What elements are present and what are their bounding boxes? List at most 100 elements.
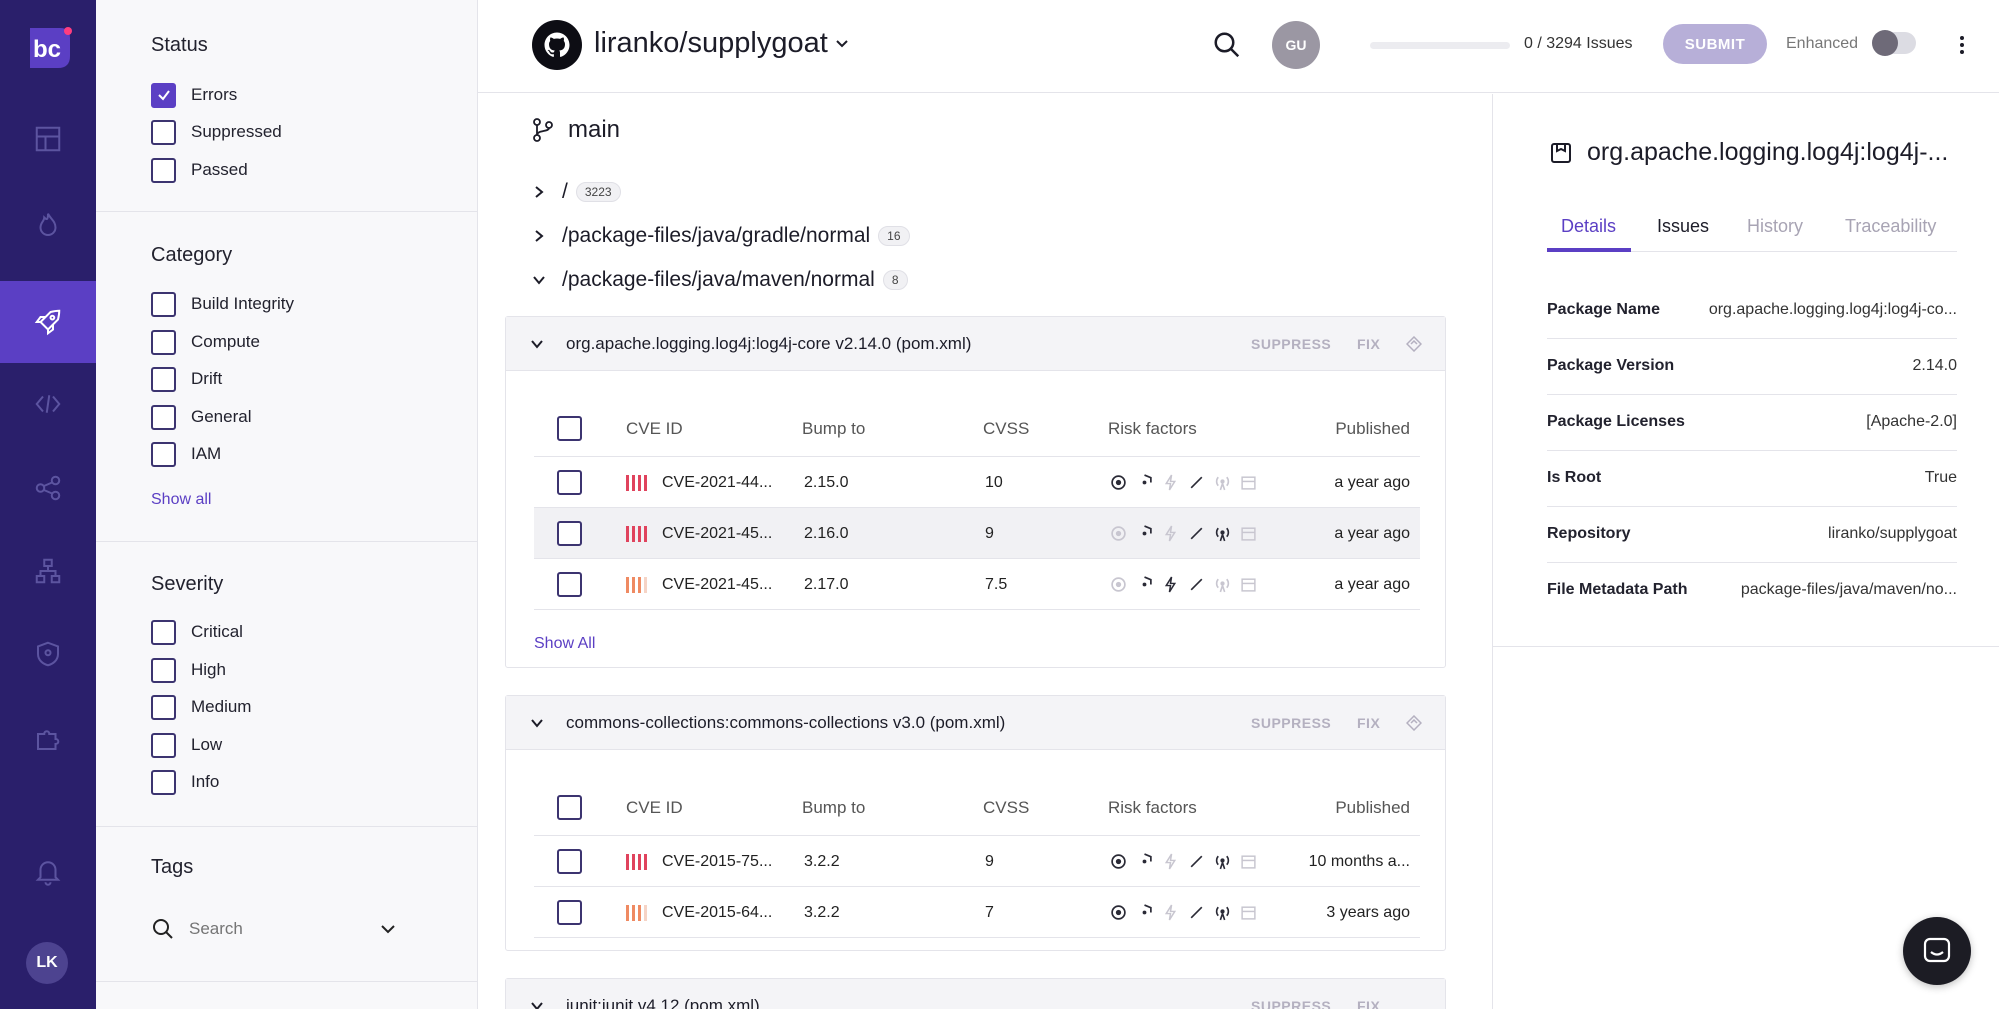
checkbox[interactable]: [151, 441, 176, 467]
severity-option-info[interactable]: Info: [151, 769, 219, 795]
checkbox[interactable]: [151, 329, 176, 355]
nav-integrations[interactable]: [0, 698, 96, 780]
checkbox[interactable]: [151, 291, 176, 317]
check-icon: [157, 90, 170, 101]
status-option-passed[interactable]: Passed: [151, 157, 248, 183]
checkbox[interactable]: [151, 404, 176, 430]
suppress-button[interactable]: SUPPRESS: [1251, 336, 1331, 352]
col-published: Published: [1335, 798, 1410, 817]
checkbox[interactable]: [151, 769, 176, 795]
tree-folder-root[interactable]: / 3223: [532, 180, 621, 204]
bridgecrew-logo[interactable]: bc: [24, 26, 74, 70]
severity-indicator: [626, 905, 647, 921]
cve-id[interactable]: CVE-2015-64...: [662, 904, 772, 922]
chat-launcher[interactable]: [1903, 917, 1971, 985]
nav-graph[interactable]: [0, 447, 96, 529]
status-option-errors[interactable]: Errors: [151, 82, 237, 108]
category-option[interactable]: Drift: [151, 366, 222, 392]
fix-button[interactable]: FIX: [1357, 715, 1380, 731]
chevron-down-icon[interactable]: [379, 920, 397, 938]
checkbox[interactable]: [151, 732, 176, 758]
lightning-icon: [1164, 474, 1177, 491]
row-checkbox[interactable]: [557, 849, 582, 874]
tab-details[interactable]: Details: [1561, 216, 1616, 237]
nav-code[interactable]: [0, 363, 96, 445]
cve-id[interactable]: CVE-2021-45...: [662, 576, 772, 594]
category-option[interactable]: Build Integrity: [151, 291, 294, 317]
tags-search[interactable]: [151, 912, 411, 946]
row-checkbox[interactable]: [557, 521, 582, 546]
detail-property: Package Licenses [Apache-2.0]: [1547, 395, 1957, 451]
nav-compliance[interactable]: [0, 613, 96, 695]
fix-button[interactable]: FIX: [1357, 336, 1380, 352]
select-all-checkbox[interactable]: [557, 795, 582, 820]
category-option[interactable]: General: [151, 404, 251, 430]
table-row[interactable]: CVE-2021-44... 2.15.0 10 a year ago: [534, 457, 1420, 508]
chevron-down-icon[interactable]: [530, 716, 544, 730]
category-option[interactable]: Compute: [151, 329, 260, 355]
package-header[interactable]: org.apache.logging.log4j:log4j-core v2.1…: [506, 317, 1445, 371]
enhanced-toggle[interactable]: [1872, 30, 1916, 56]
suppress-button[interactable]: SUPPRESS: [1251, 715, 1331, 731]
cve-id[interactable]: CVE-2021-44...: [662, 474, 772, 492]
status-option-suppressed[interactable]: Suppressed: [151, 119, 282, 145]
nav-supply-chain[interactable]: [0, 281, 96, 363]
submit-button[interactable]: SUBMIT: [1663, 24, 1767, 64]
select-all-checkbox[interactable]: [557, 416, 582, 441]
tree-folder-gradle[interactable]: /package-files/java/gradle/normal 16: [532, 224, 910, 248]
tab-traceability[interactable]: Traceability: [1845, 216, 1936, 237]
severity-option-high[interactable]: High: [151, 657, 226, 683]
checkbox[interactable]: [151, 82, 176, 108]
row-checkbox[interactable]: [557, 572, 582, 597]
diamond-icon[interactable]: [1406, 336, 1422, 352]
nav-notifications[interactable]: [0, 830, 96, 912]
cve-id[interactable]: CVE-2021-45...: [662, 525, 772, 543]
nav-inventory[interactable]: [0, 530, 96, 612]
published-date: 10 months a...: [1308, 853, 1410, 870]
property-key: Is Root: [1547, 469, 1602, 486]
checkbox[interactable]: [151, 619, 176, 645]
tree-folder-maven[interactable]: /package-files/java/maven/normal 8: [532, 268, 908, 292]
nav-incidents[interactable]: [0, 184, 96, 266]
show-all-link[interactable]: Show All: [534, 635, 595, 653]
table-row[interactable]: CVE-2015-75... 3.2.2 9 10 months a...: [534, 836, 1420, 887]
chevron-down-icon[interactable]: [530, 337, 544, 351]
repo-selector[interactable]: liranko/supplygoat: [594, 27, 850, 60]
category-option[interactable]: IAM: [151, 441, 221, 467]
severity-option-low[interactable]: Low: [151, 732, 222, 758]
package-header[interactable]: commons-collections:commons-collections …: [506, 696, 1445, 750]
suppress-button[interactable]: SUPPRESS: [1251, 998, 1331, 1009]
user-avatar[interactable]: GU: [1272, 21, 1320, 69]
diamond-icon[interactable]: [1406, 715, 1422, 731]
detail-property: Repository liranko/supplygoat: [1547, 507, 1957, 563]
checkbox[interactable]: [151, 157, 176, 183]
checkbox[interactable]: [151, 694, 176, 720]
search-icon[interactable]: [1212, 30, 1242, 60]
dashboard-icon: [35, 126, 61, 152]
category-show-all-link[interactable]: Show all: [151, 491, 211, 509]
tab-history[interactable]: History: [1747, 216, 1803, 237]
row-checkbox[interactable]: [557, 470, 582, 495]
tab-issues[interactable]: Issues: [1657, 216, 1709, 237]
severity-option-medium[interactable]: Medium: [151, 694, 251, 720]
more-options-icon[interactable]: [1952, 30, 1972, 60]
exploit-icon: [1111, 577, 1126, 592]
table-row[interactable]: CVE-2021-45... 2.17.0 7.5 a year ago: [534, 559, 1420, 610]
severity-option-critical[interactable]: Critical: [151, 619, 243, 645]
fix-button[interactable]: FIX: [1357, 998, 1380, 1009]
checkbox[interactable]: [151, 657, 176, 683]
nav-dashboard[interactable]: [0, 98, 96, 180]
package-header[interactable]: junit:junit v4.12 (pom.xml) SUPPRESS FIX: [506, 979, 1445, 1009]
checkbox[interactable]: [151, 366, 176, 392]
severity-indicator: [626, 526, 647, 542]
table-row[interactable]: CVE-2021-45... 2.16.0 9 a year ago: [534, 508, 1420, 559]
tags-search-input[interactable]: [189, 919, 379, 939]
chevron-down-icon[interactable]: [530, 999, 544, 1009]
cve-id[interactable]: CVE-2015-75...: [662, 853, 772, 871]
option-label: High: [191, 660, 226, 679]
row-checkbox[interactable]: [557, 900, 582, 925]
branch-selector[interactable]: main: [532, 116, 620, 144]
table-row[interactable]: CVE-2015-64... 3.2.2 7 3 years ago: [534, 887, 1420, 938]
checkbox[interactable]: [151, 119, 176, 145]
user-avatar[interactable]: LK: [26, 942, 68, 984]
